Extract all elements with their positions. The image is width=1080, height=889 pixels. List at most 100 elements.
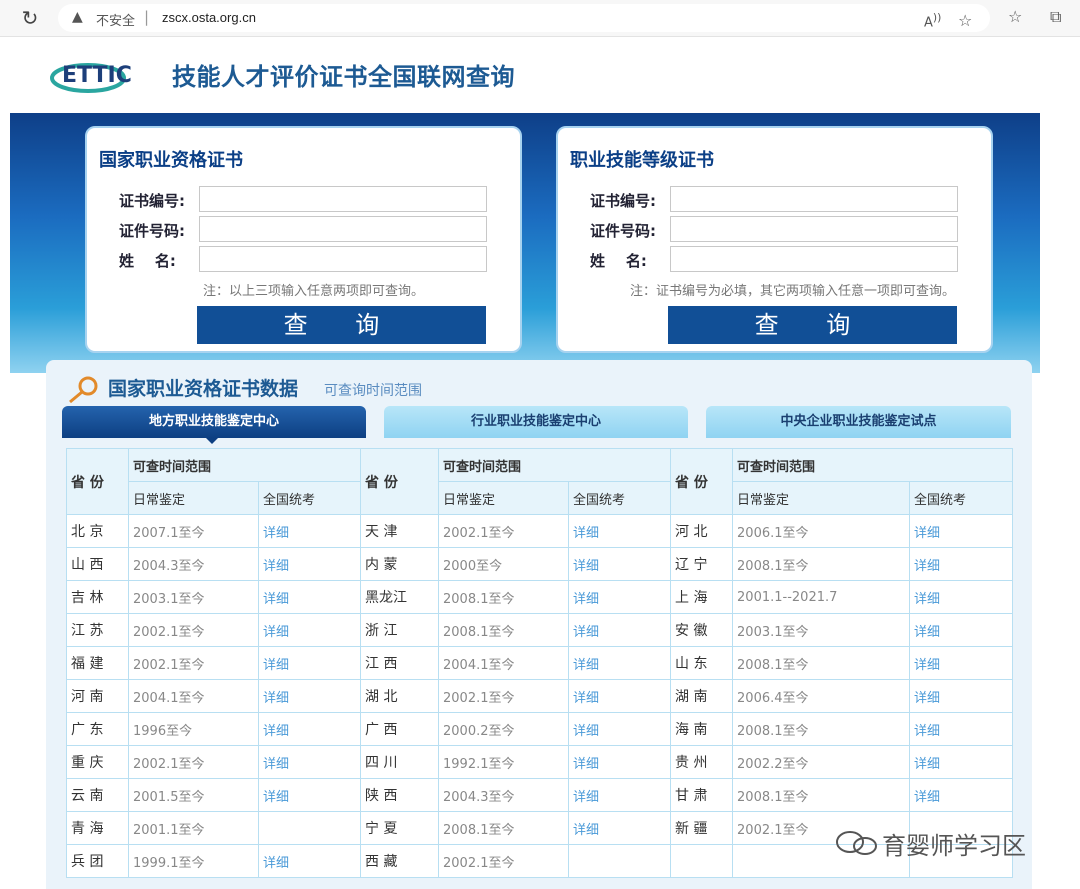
cert-number-input[interactable] bbox=[199, 186, 487, 212]
range-cell: 2001.5至今 bbox=[128, 778, 259, 812]
detail-link[interactable]: 详细 bbox=[568, 547, 672, 581]
id-number-label: 证件号码: bbox=[590, 222, 656, 240]
tab-central-enterprise[interactable]: 中央企业职业技能鉴定试点 bbox=[706, 406, 1011, 438]
detail-link[interactable]: 详细 bbox=[257, 844, 362, 878]
detail-link[interactable]: 详细 bbox=[568, 679, 672, 713]
id-number-row: 证件号码: bbox=[119, 216, 489, 244]
table-row: 河 南 2004.1至今 详细湖 北 2002.1至今 详细湖 南 2006.4至今 详细 bbox=[66, 679, 1014, 713]
province-cell: 陕 西 bbox=[360, 778, 440, 812]
province-header: 省 份 bbox=[670, 448, 734, 515]
cert-number-input[interactable] bbox=[670, 186, 958, 212]
tab-local-center[interactable]: 地方职业技能鉴定中心 bbox=[62, 406, 366, 438]
cert-number-label: 证书编号: bbox=[590, 192, 656, 210]
detail-link bbox=[257, 811, 362, 845]
table-row: 福 建 2002.1至今 详细江 西 2004.1至今 详细山 东 2008.1至今 详细 bbox=[66, 646, 1014, 680]
name-row: 姓 名: bbox=[119, 246, 489, 274]
detail-link[interactable]: 详细 bbox=[909, 679, 1014, 713]
cert-number-label: 证书编号: bbox=[119, 192, 185, 210]
province-cell: 山 西 bbox=[66, 547, 129, 581]
detail-link[interactable]: 详细 bbox=[568, 613, 672, 647]
province-header: 省 份 bbox=[66, 448, 129, 515]
detail-link[interactable]: 详细 bbox=[568, 745, 672, 779]
range-cell: 2008.1至今 bbox=[438, 811, 570, 845]
province-cell: 四 川 bbox=[360, 745, 440, 779]
detail-link[interactable]: 详细 bbox=[257, 514, 362, 548]
detail-link[interactable]: 详细 bbox=[909, 514, 1014, 548]
detail-link[interactable]: 详细 bbox=[257, 679, 362, 713]
range-cell: 2007.1至今 bbox=[128, 514, 259, 548]
province-range-table: 省 份 可查时间范围 省 份 可查时间范围 省 份 可查时间范围 日常鉴定 全国… bbox=[66, 448, 1014, 878]
detail-link[interactable]: 详细 bbox=[568, 580, 672, 614]
province-cell: 西 藏 bbox=[360, 844, 440, 878]
table-body: 北 京 2007.1至今 详细天 津 2002.1至今 详细河 北 2006.1至今 详细山… bbox=[66, 514, 1014, 878]
range-cell: 2002.1至今 bbox=[438, 844, 570, 878]
detail-link[interactable]: 详细 bbox=[568, 514, 672, 548]
favorites-icon[interactable]: ☆ bbox=[1008, 7, 1022, 26]
detail-link[interactable]: 详细 bbox=[568, 646, 672, 680]
detail-link[interactable]: 详细 bbox=[257, 613, 362, 647]
national-header: 全国统考 bbox=[909, 481, 1014, 515]
name-input[interactable] bbox=[199, 246, 487, 272]
detail-link[interactable]: 详细 bbox=[257, 778, 362, 812]
address-bar[interactable]: ▲ 不安全 | zscx.osta.org.cn A)) ☆ bbox=[58, 4, 990, 32]
collections-icon[interactable]: ⧉ bbox=[1050, 7, 1061, 27]
province-cell: 宁 夏 bbox=[360, 811, 440, 845]
query-button[interactable]: 查 询 bbox=[668, 306, 957, 344]
range-cell: 2002.2至今 bbox=[732, 745, 911, 779]
detail-link[interactable]: 详细 bbox=[909, 778, 1014, 812]
name-label: 姓 名: bbox=[590, 252, 647, 270]
reload-icon[interactable]: ↻ bbox=[18, 6, 42, 30]
detail-link[interactable]: 详细 bbox=[257, 712, 362, 746]
warning-icon[interactable]: ▲ bbox=[72, 9, 83, 25]
range-cell: 2002.1至今 bbox=[438, 679, 570, 713]
security-label[interactable]: 不安全 bbox=[96, 10, 135, 29]
id-number-input[interactable] bbox=[670, 216, 958, 242]
read-aloud-icon[interactable]: A)) bbox=[924, 11, 941, 30]
favorite-add-icon[interactable]: ☆ bbox=[958, 11, 972, 30]
detail-link[interactable]: 详细 bbox=[257, 580, 362, 614]
skill-level-certificate-panel: 职业技能等级证书 证书编号: 证件号码: 姓 名: 注：证书编号为必填，其它两项… bbox=[556, 126, 993, 353]
province-cell: 河 南 bbox=[66, 679, 129, 713]
range-cell: 2008.1至今 bbox=[438, 613, 570, 647]
detail-link[interactable]: 详细 bbox=[909, 712, 1014, 746]
detail-link[interactable]: 详细 bbox=[909, 547, 1014, 581]
query-button[interactable]: 查 询 bbox=[197, 306, 486, 344]
province-cell: 湖 北 bbox=[360, 679, 440, 713]
id-number-label: 证件号码: bbox=[119, 222, 185, 240]
detail-link[interactable]: 详细 bbox=[568, 712, 672, 746]
table-row: 吉 林 2003.1至今 详细 黑龙江 2008.1至今 详细上 海 2001.1--202… bbox=[66, 580, 1014, 614]
section-subtitle: 可查询时间范围 bbox=[324, 383, 422, 399]
table-row: 北 京 2007.1至今 详细天 津 2002.1至今 详细河 北 2006.1至今 详细 bbox=[66, 514, 1014, 548]
range-header: 可查时间范围 bbox=[438, 448, 672, 482]
province-cell: 上 海 bbox=[670, 580, 734, 614]
range-cell: 2002.1至今 bbox=[438, 514, 570, 548]
range-cell: 2002.1至今 bbox=[128, 745, 259, 779]
tab-industry-center[interactable]: 行业职业技能鉴定中心 bbox=[384, 406, 688, 438]
detail-link[interactable]: 详细 bbox=[257, 547, 362, 581]
cert-number-row: 证书编号: bbox=[590, 186, 960, 214]
detail-link[interactable]: 详细 bbox=[909, 745, 1014, 779]
active-tab-indicator bbox=[206, 438, 218, 444]
province-cell: 江 苏 bbox=[66, 613, 129, 647]
detail-link[interactable]: 详细 bbox=[909, 613, 1014, 647]
detail-link[interactable]: 详细 bbox=[909, 580, 1014, 614]
detail-link[interactable]: 详细 bbox=[257, 745, 362, 779]
province-cell: 北 京 bbox=[66, 514, 129, 548]
detail-link[interactable]: 详细 bbox=[568, 811, 672, 845]
range-header: 可查时间范围 bbox=[732, 448, 1014, 482]
range-cell: 2008.1至今 bbox=[438, 580, 570, 614]
detail-link[interactable]: 详细 bbox=[909, 646, 1014, 680]
ettic-logo: ETTIC bbox=[50, 63, 132, 93]
province-cell: 贵 州 bbox=[670, 745, 734, 779]
name-input[interactable] bbox=[670, 246, 958, 272]
range-cell: 2000至今 bbox=[438, 547, 570, 581]
table-row: 云 南 2001.5至今 详细陕 西 2004.3至今 详细甘 肃 2008.1至今 详细 bbox=[66, 778, 1014, 812]
detail-link[interactable]: 详细 bbox=[257, 646, 362, 680]
id-number-input[interactable] bbox=[199, 216, 487, 242]
detail-link[interactable]: 详细 bbox=[568, 778, 672, 812]
url-text[interactable]: zscx.osta.org.cn bbox=[162, 10, 256, 25]
query-note: 注：以上三项输入任意两项即可查询。 bbox=[203, 284, 425, 299]
name-label: 姓 名: bbox=[119, 252, 176, 270]
province-cell: 天 津 bbox=[360, 514, 440, 548]
range-cell: 2008.1至今 bbox=[732, 646, 911, 680]
